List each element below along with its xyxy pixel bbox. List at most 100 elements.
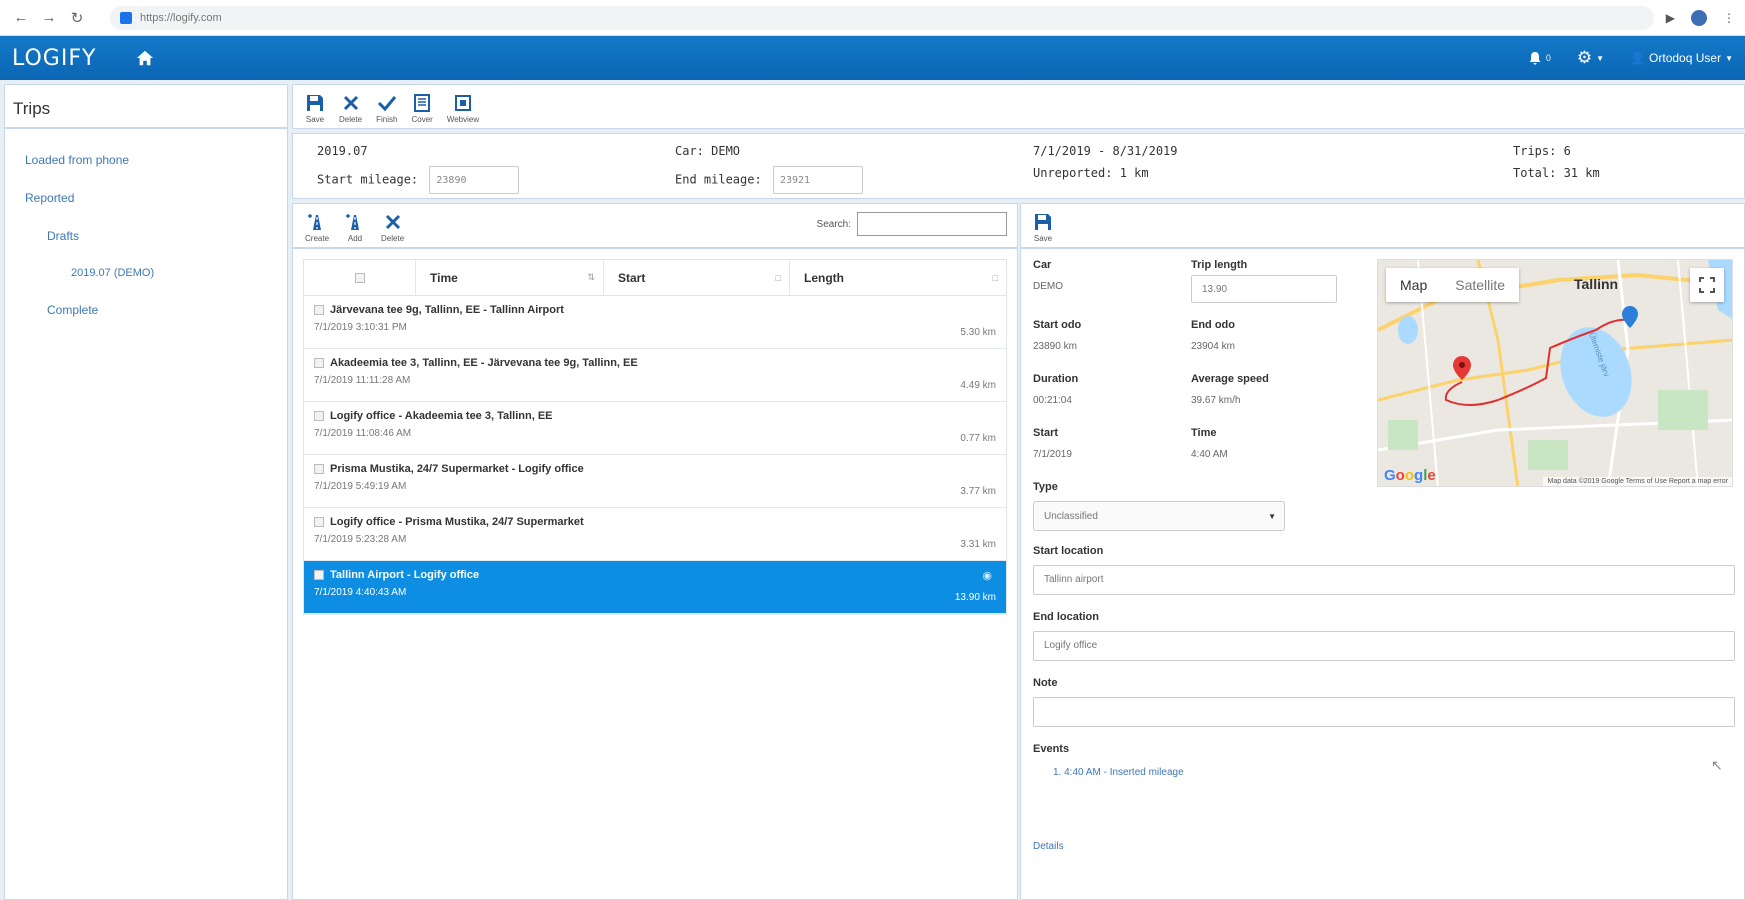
table-body: Järvevana tee 9g, Tallinn, EE - Tallinn … (304, 296, 1006, 614)
profile-icon[interactable] (1691, 9, 1707, 26)
gear-icon: ⚙ (1576, 48, 1593, 67)
trip-title-text: Järvevana tee 9g, Tallinn, EE - Tallinn … (330, 304, 564, 316)
delete-trip-button[interactable]: Delete (381, 212, 404, 243)
webview-button[interactable]: Webview (447, 93, 479, 124)
forward-icon[interactable]: → (38, 7, 60, 29)
select-all-checkbox[interactable] (354, 272, 365, 283)
table-row[interactable]: Prisma Mustika, 24/7 Supermarket - Logif… (304, 455, 1006, 508)
total-km: Total: 31 km (1513, 166, 1600, 180)
detail-toolbar: Save (1021, 204, 1744, 249)
search-input[interactable] (857, 212, 1007, 236)
trip-length: 5.30 km (960, 327, 996, 338)
select-all-cell[interactable] (304, 260, 416, 295)
start-date-value: 7/1/2019 (1033, 449, 1072, 460)
report-toolbar: Save Delete Finish Cover Webview (292, 84, 1745, 129)
duration-label: Duration (1033, 373, 1079, 385)
sidebar-item-loaded-from-phone[interactable]: Loaded from phone (5, 141, 287, 179)
reload-icon[interactable]: ↻ (66, 7, 88, 29)
report-summary: 2019.07 Start mileage: 23890 Car: DEMO E… (292, 133, 1745, 199)
trip-title: Logify office - Akadeemia tee 3, Tallinn… (314, 410, 996, 422)
save-button[interactable]: Save (305, 93, 325, 124)
start-location-input[interactable]: Tallinn airport (1033, 565, 1735, 595)
type-label: Type (1033, 481, 1058, 493)
events-label: Events (1033, 743, 1070, 755)
column-length[interactable]: Length □ (790, 260, 1006, 295)
row-checkbox[interactable] (314, 570, 324, 580)
time-label: Time (1191, 427, 1217, 439)
column-time-label: Time (430, 270, 458, 285)
row-checkbox[interactable] (314, 305, 324, 315)
event-link[interactable]: 1. 4:40 AM - Inserted mileage (1053, 767, 1184, 778)
finish-label: Finish (376, 115, 398, 124)
map-tab[interactable]: Map (1386, 268, 1441, 302)
bell-icon (1529, 52, 1541, 65)
map-city-label: Tallinn (1574, 276, 1619, 292)
trip-title: Tallinn Airport - Logify office (314, 569, 996, 581)
end-mileage-row: End mileage: 23921 (675, 166, 863, 194)
column-start[interactable]: Start □ (604, 260, 790, 295)
column-length-label: Length (804, 270, 844, 285)
type-select-value: Unclassified (1044, 511, 1098, 522)
home-icon[interactable] (136, 49, 154, 67)
delete-label: Delete (381, 234, 405, 243)
notifications-button[interactable]: 0 (1528, 51, 1551, 65)
eye-icon[interactable]: ◉ (982, 569, 992, 582)
menu-icon[interactable]: ⋮ (1723, 11, 1735, 25)
row-checkbox[interactable] (314, 411, 324, 421)
end-location-input[interactable]: Logify office (1033, 631, 1735, 661)
address-bar[interactable]: https://logify.com (110, 5, 1654, 30)
create-trip-button[interactable]: Create (305, 212, 329, 243)
table-row[interactable]: Tallinn Airport - Logify office 7/1/2019 … (304, 561, 1006, 614)
start-mileage-row: Start mileage: 23890 (317, 166, 520, 194)
detail-save-button[interactable]: Save (1033, 212, 1053, 243)
close-icon (343, 95, 358, 111)
map-attribution[interactable]: Map data ©2019 Google Terms of Use Repor… (1543, 477, 1732, 486)
table-row[interactable]: Järvevana tee 9g, Tallinn, EE - Tallinn … (304, 296, 1006, 349)
details-link[interactable]: Details (1033, 841, 1064, 852)
table-row[interactable]: Akadeemia tee 3, Tallinn, EE - Järvevana… (304, 349, 1006, 402)
cover-button[interactable]: Cover (411, 93, 433, 124)
trip-length-label: Trip length (1191, 259, 1248, 271)
type-select[interactable]: Unclassified ▼ (1033, 501, 1285, 531)
chevron-down-icon: ▼ (1268, 512, 1276, 521)
row-checkbox[interactable] (314, 517, 324, 527)
trip-date: 7/1/2019 4:40:43 AM (314, 587, 407, 598)
trip-map[interactable]: Map Satellite Tallinn Ülemiste järv Goog… (1377, 259, 1733, 487)
back-icon[interactable]: ← (10, 7, 32, 29)
user-menu[interactable]: 👤 Ortodoq User ▼ (1630, 51, 1733, 65)
average-speed-value: 39.67 km/h (1191, 395, 1241, 406)
trip-length-input[interactable]: 13.90 (1191, 275, 1337, 303)
sidebar-item-complete[interactable]: Complete (5, 291, 287, 329)
map-type-tabs: Map Satellite (1386, 268, 1520, 302)
column-time[interactable]: Time ⇅ (416, 260, 604, 295)
extension-icon[interactable]: ▶ (1666, 11, 1675, 25)
sidebar-item-drafts[interactable]: Drafts (5, 217, 287, 255)
start-mileage-input[interactable]: 23890 (429, 166, 520, 194)
row-checkbox[interactable] (314, 464, 324, 474)
sidebar: Trips Loaded from phone Reported Drafts … (4, 84, 288, 900)
settings-button[interactable]: ⚙ ▼ (1577, 48, 1604, 68)
road-add-icon (346, 214, 360, 230)
finish-button[interactable]: Finish (376, 93, 397, 124)
notification-count: 0 (1545, 53, 1551, 63)
sidebar-item-2019-07[interactable]: 2019.07 (DEMO) (5, 255, 287, 291)
trip-title-text: Tallinn Airport - Logify office (330, 569, 480, 581)
app-logo[interactable]: LOGIFY (12, 46, 96, 71)
cursor-icon: ↖ (1711, 757, 1723, 773)
save-icon (1035, 214, 1051, 230)
end-mileage-input[interactable]: 23921 (772, 166, 863, 194)
table-row[interactable]: Logify office - Akadeemia tee 3, Tallinn… (304, 402, 1006, 455)
satellite-tab[interactable]: Satellite (1441, 268, 1519, 302)
trip-date: 7/1/2019 11:08:46 AM (314, 428, 412, 439)
row-checkbox[interactable] (314, 358, 324, 368)
trip-title-text: Prisma Mustika, 24/7 Supermarket - Logif… (330, 463, 584, 475)
table-row[interactable]: Logify office - Prisma Mustika, 24/7 Sup… (304, 508, 1006, 561)
trip-date: 7/1/2019 3:10:31 PM (314, 322, 407, 333)
delete-button[interactable]: Delete (339, 93, 362, 124)
sidebar-item-reported[interactable]: Reported (5, 179, 287, 217)
trip-length: 3.77 km (960, 486, 996, 497)
trip-title: Logify office - Prisma Mustika, 24/7 Sup… (314, 516, 996, 528)
fullscreen-icon[interactable] (1690, 268, 1724, 302)
note-input[interactable] (1033, 697, 1735, 727)
add-trip-button[interactable]: Add (345, 212, 365, 243)
